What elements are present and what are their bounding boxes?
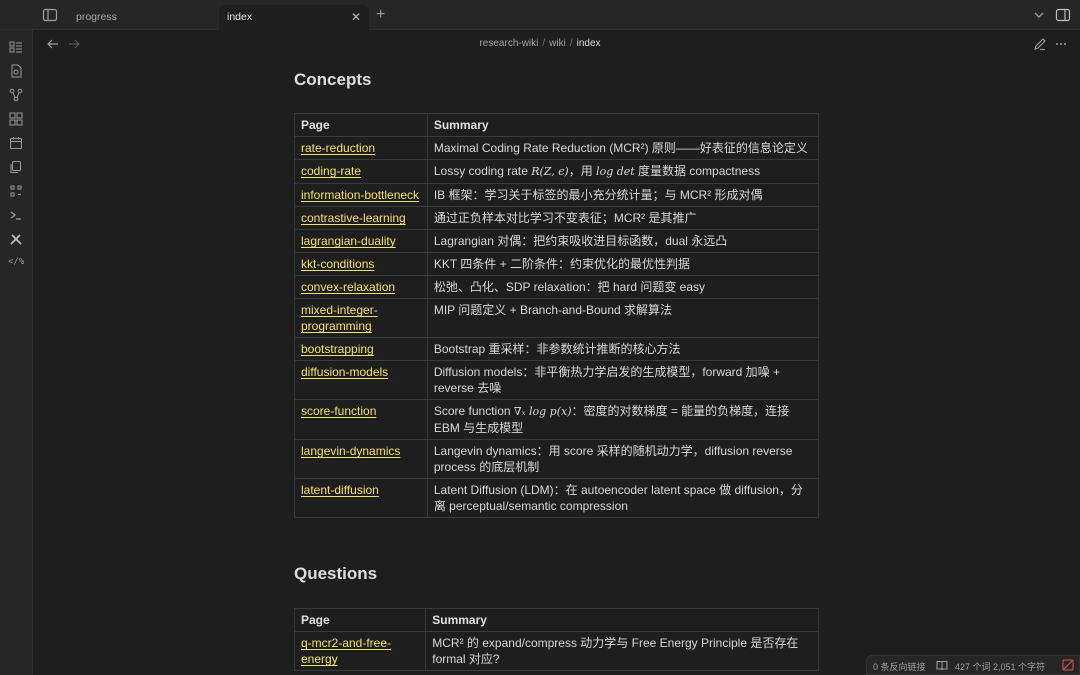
- tab-label: index: [227, 11, 253, 23]
- word-count: 427 个词 2,051 个字符: [955, 662, 1046, 672]
- tools-icon[interactable]: [9, 232, 23, 246]
- table-row: q-mcr2-and-free-energy MCR² 的 expand/com…: [293, 631, 819, 671]
- code-icon[interactable]: </%: [8, 257, 24, 271]
- summary-cell: 通过正负样本对比学习不变表征；MCR² 是其推广: [426, 206, 820, 230]
- summary-cell: Maximal Coding Rate Reduction (MCR²) 原则—…: [426, 136, 820, 160]
- breadcrumb-item[interactable]: wiki: [549, 38, 566, 49]
- command-icon[interactable]: [9, 184, 23, 198]
- left-ribbon: </%: [0, 30, 33, 675]
- summary-cell: MIP 问题定义 + Branch-and-Bound 求解算法: [426, 298, 820, 338]
- tab-bar: progress index ✕ +: [0, 0, 1080, 31]
- summary-cell: Langevin dynamics：用 score 采样的随机动力学，diffu…: [426, 439, 820, 479]
- table-row: bootstrapping Bootstrap 重采样：非参数统计推断的核心方法: [294, 337, 820, 361]
- section-heading-questions: Questions: [294, 564, 378, 583]
- tab-label: progress: [76, 11, 117, 23]
- new-note-icon[interactable]: [9, 64, 23, 78]
- column-header-page: Page: [294, 113, 428, 137]
- table-row: latent-diffusion Latent Diffusion (LDM)：…: [294, 478, 820, 518]
- table-row: diffusion-models Diffusion models：非平衡热力学…: [294, 360, 820, 400]
- calendar-icon[interactable]: [9, 136, 23, 150]
- math-inline: R(Z, ϵ): [531, 165, 569, 178]
- summary-cell: Score function ∇ₓ log p(x)：密度的对数梯度 = 能量的…: [426, 399, 820, 440]
- math-inline: log det: [596, 165, 635, 178]
- table-row: score-function Score function ∇ₓ log p(x…: [294, 399, 820, 440]
- column-header-summary: Summary: [426, 113, 820, 137]
- summary-cell: Bootstrap 重采样：非参数统计推断的核心方法: [426, 337, 820, 361]
- page-link[interactable]: diffusion-models: [301, 365, 388, 379]
- page-link[interactable]: lagrangian-duality: [301, 234, 396, 248]
- table-row: kkt-conditions KKT 四条件 + 二阶条件：约束优化的最优性判据: [294, 252, 820, 276]
- summary-cell: KKT 四条件 + 二阶条件：约束优化的最优性判据: [426, 252, 820, 276]
- page-link[interactable]: q-mcr2-and-free-energy: [301, 636, 391, 666]
- column-header-page: Page: [293, 608, 427, 632]
- breadcrumb-current[interactable]: index: [577, 38, 601, 49]
- page-link[interactable]: mixed-integer-programming: [301, 303, 378, 333]
- graph-icon[interactable]: [9, 88, 23, 102]
- status-bar: 0 条反向链接 427 个词 2,051 个字符: [866, 655, 1080, 675]
- book-icon[interactable]: [936, 660, 948, 671]
- page-link[interactable]: score-function: [301, 404, 376, 418]
- templates-icon[interactable]: [9, 160, 23, 174]
- page-link[interactable]: bootstrapping: [301, 342, 374, 356]
- breadcrumb: research-wiki / wiki / index: [479, 38, 601, 49]
- terminal-icon[interactable]: [9, 208, 23, 222]
- edit-icon[interactable]: [1033, 37, 1047, 51]
- concepts-table: Page Summary rate-reduction Maximal Codi…: [294, 113, 820, 518]
- summary-cell: MCR² 的 expand/compress 动力学与 Free Energy …: [425, 631, 819, 671]
- math-inline: ∇ₓ log p(x): [513, 405, 572, 418]
- table-row: lagrangian-duality Lagrangian 对偶：把约束吸收进目…: [294, 229, 820, 253]
- summary-cell: IB 框架：学习关于标签的最小充分统计量；与 MCR² 形成对偶: [426, 183, 820, 207]
- table-row: convex-relaxation 松弛、凸化、SDP relaxation：把…: [294, 275, 820, 299]
- table-row: langevin-dynamics Langevin dynamics：用 sc…: [294, 439, 820, 479]
- table-row: coding-rate Lossy coding rate R(Z, ϵ)，用 …: [294, 159, 820, 184]
- page-link[interactable]: contrastive-learning: [301, 211, 406, 225]
- table-row: rate-reduction Maximal Coding Rate Reduc…: [294, 136, 820, 160]
- close-icon[interactable]: ✕: [351, 5, 361, 29]
- summary-cell: 松弛、凸化、SDP relaxation：把 hard 问题变 easy: [426, 275, 820, 299]
- tab-index[interactable]: index ✕: [219, 5, 369, 31]
- right-sidebar-toggle-icon[interactable]: [1055, 7, 1071, 23]
- questions-table: Page Summary q-mcr2-and-free-energy MCR²…: [293, 608, 819, 671]
- summary-cell: Lossy coding rate R(Z, ϵ)，用 log det 度量数据…: [426, 159, 820, 184]
- page-link[interactable]: coding-rate: [301, 164, 361, 178]
- sidebar-toggle-icon[interactable]: [42, 7, 58, 23]
- backlinks-count[interactable]: 0 条反向链接: [873, 660, 926, 673]
- page-link[interactable]: information-bottleneck: [301, 188, 419, 202]
- table-row: information-bottleneck IB 框架：学习关于标签的最小充分…: [294, 183, 820, 207]
- page-link[interactable]: kkt-conditions: [301, 257, 374, 271]
- page-link[interactable]: langevin-dynamics: [301, 444, 400, 458]
- more-icon[interactable]: [1054, 37, 1068, 51]
- page-link[interactable]: latent-diffusion: [301, 483, 379, 497]
- canvas-icon[interactable]: [9, 112, 23, 126]
- column-header-summary: Summary: [425, 608, 819, 632]
- summary-cell: Diffusion models：非平衡热力学启发的生成模型，forward 加…: [426, 360, 820, 400]
- tab-progress[interactable]: progress: [68, 5, 216, 31]
- sync-icon[interactable]: [1062, 659, 1074, 671]
- section-heading-concepts: Concepts: [294, 70, 372, 89]
- plus-icon[interactable]: +: [376, 6, 385, 24]
- table-row: mixed-integer-programming MIP 问题定义 + Bra…: [294, 298, 820, 338]
- table-row: contrastive-learning 通过正负样本对比学习不变表征；MCR²…: [294, 206, 820, 230]
- summary-cell: Latent Diffusion (LDM)：在 autoencoder lat…: [426, 478, 820, 518]
- page-link[interactable]: rate-reduction: [301, 141, 375, 155]
- summary-cell: Lagrangian 对偶：把约束吸收进目标函数，dual 永远凸: [426, 229, 820, 253]
- breadcrumb-item[interactable]: research-wiki: [479, 38, 538, 49]
- chevron-down-icon[interactable]: [1032, 8, 1046, 22]
- page-link[interactable]: convex-relaxation: [301, 280, 395, 294]
